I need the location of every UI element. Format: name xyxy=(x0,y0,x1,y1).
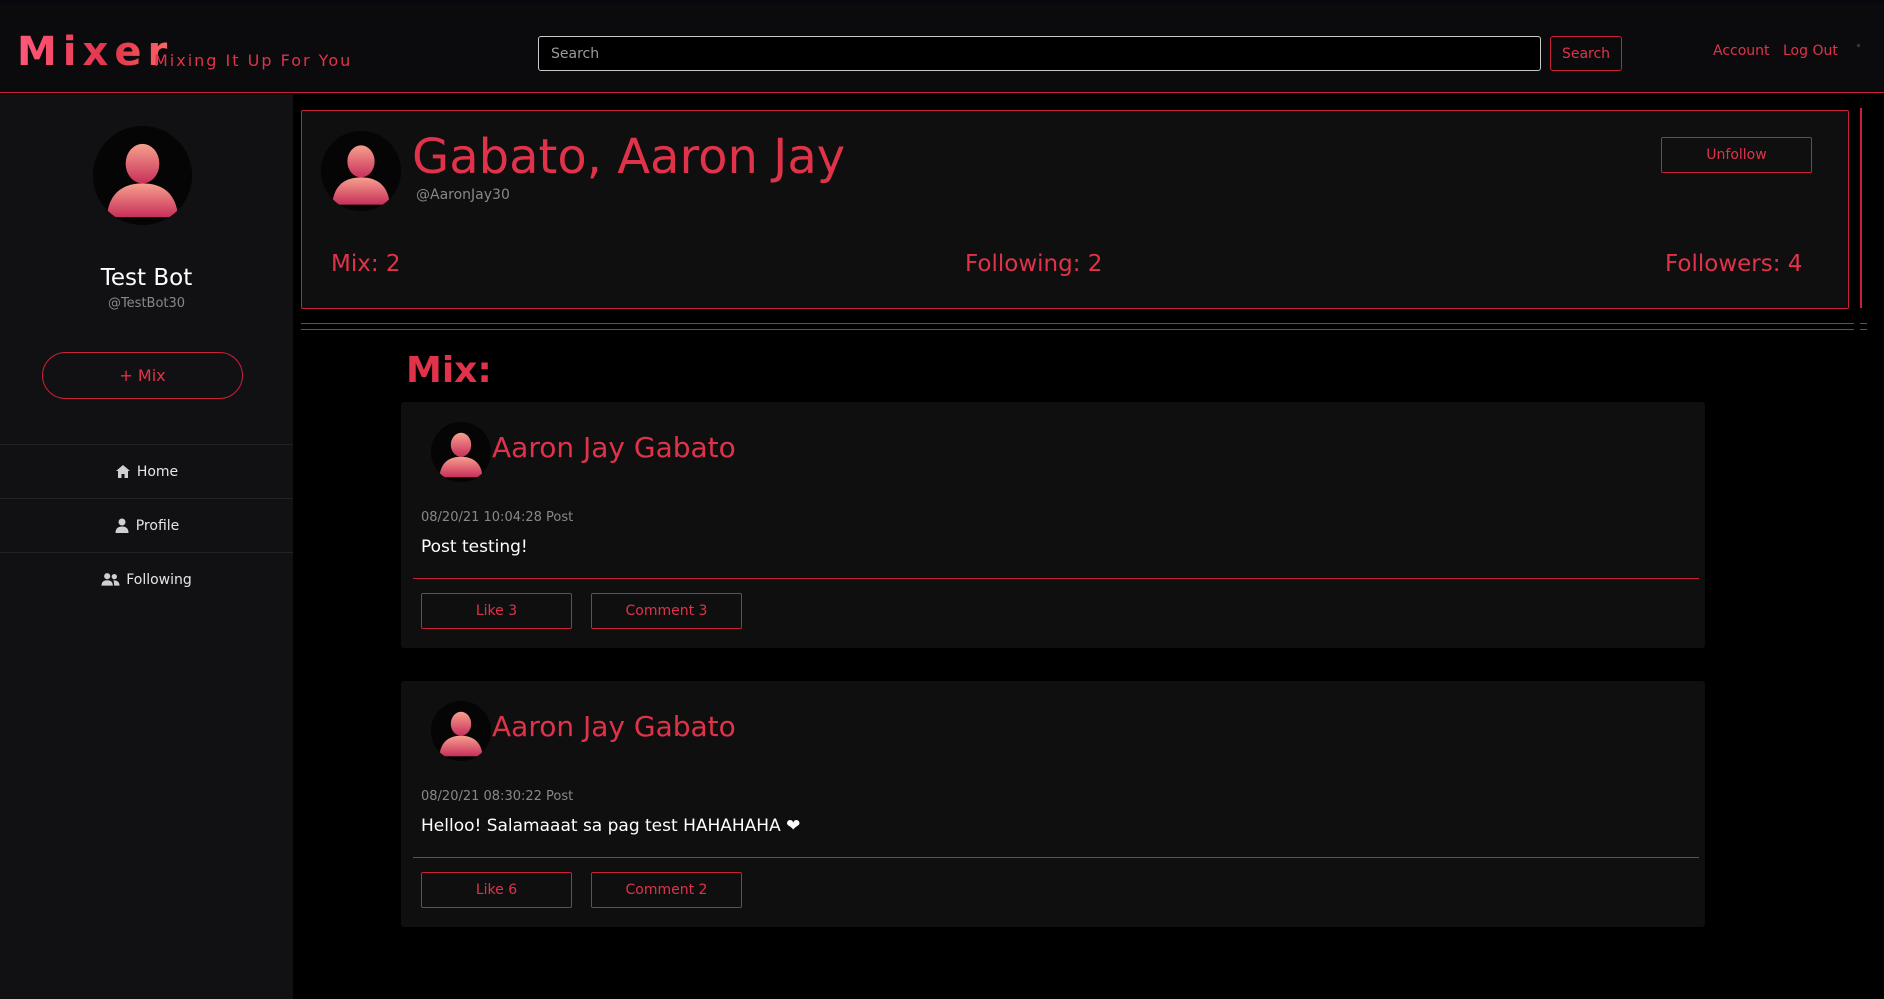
post-card: Aaron Jay Gabato 08/20/21 10:04:28 Post … xyxy=(401,402,1705,648)
home-icon xyxy=(115,465,130,478)
profile-avatar xyxy=(321,131,401,211)
sidebar-nav: Home Profile Following xyxy=(0,444,293,606)
sidebar-item-label: Home xyxy=(136,463,179,480)
user-silhouette-icon xyxy=(321,131,401,211)
sidebar-item-label: Profile xyxy=(135,517,180,534)
brand-tagline: Mixing It Up For You xyxy=(154,51,353,70)
brand-logo[interactable]: Mixer xyxy=(17,29,173,75)
user-icon xyxy=(115,518,129,533)
user-silhouette-icon xyxy=(431,422,491,482)
post-body: Helloo! Salamaaat sa pag test HAHAHAHA ❤ xyxy=(421,816,801,836)
new-mix-button[interactable]: + Mix xyxy=(42,352,243,399)
sidebar-item-label: Following xyxy=(126,571,192,588)
post-author[interactable]: Aaron Jay Gabato xyxy=(492,431,736,464)
post-avatar xyxy=(431,422,491,482)
logout-link[interactable]: Log Out xyxy=(1783,43,1838,59)
account-link[interactable]: Account xyxy=(1713,43,1770,59)
profile-card: Gabato, Aaron Jay @AaronJay30 Unfollow M… xyxy=(301,110,1849,309)
like-button[interactable]: Like 6 xyxy=(421,872,572,908)
post-card: Aaron Jay Gabato 08/20/21 08:30:22 Post … xyxy=(401,681,1705,927)
profile-handle: @AaronJay30 xyxy=(416,187,510,203)
comment-button[interactable]: Comment 3 xyxy=(591,593,742,629)
user-silhouette-icon xyxy=(431,701,491,761)
top-bar: Mixer Mixing It Up For You Search Accoun… xyxy=(0,0,1884,93)
sidebar-item-profile[interactable]: Profile xyxy=(0,498,293,552)
feed-heading: Mix: xyxy=(406,350,492,391)
sidebar-user-name: Test Bot xyxy=(100,265,193,291)
post-author[interactable]: Aaron Jay Gabato xyxy=(492,710,736,743)
divider xyxy=(413,578,1699,579)
search-button[interactable]: Search xyxy=(1550,36,1622,71)
search-input[interactable] xyxy=(538,36,1541,71)
sidebar-user-handle: @TestBot30 xyxy=(107,296,186,311)
sidebar-item-following[interactable]: Following xyxy=(0,552,293,606)
divider xyxy=(1860,323,1867,330)
post-timestamp: 08/20/21 08:30:22 Post xyxy=(421,789,574,804)
stat-mix-count[interactable]: Mix: 2 xyxy=(331,251,401,277)
profile-name: Gabato, Aaron Jay xyxy=(412,129,846,185)
post-body: Post testing! xyxy=(421,537,528,557)
unfollow-button[interactable]: Unfollow xyxy=(1661,137,1812,173)
sidebar: Test Bot @TestBot30 + Mix Home Profile F… xyxy=(0,94,293,999)
divider xyxy=(413,857,1699,858)
sidebar-item-home[interactable]: Home xyxy=(0,444,293,498)
like-button[interactable]: Like 3 xyxy=(421,593,572,629)
users-icon xyxy=(101,573,120,586)
comment-button[interactable]: Comment 2 xyxy=(591,872,742,908)
post-avatar xyxy=(431,701,491,761)
divider xyxy=(1860,108,1862,308)
post-timestamp: 08/20/21 10:04:28 Post xyxy=(421,510,574,525)
stat-following-count[interactable]: Following: 2 xyxy=(965,251,1102,277)
section-divider xyxy=(301,323,1854,330)
avatar xyxy=(93,126,192,225)
divider xyxy=(1857,44,1860,47)
user-silhouette-icon xyxy=(93,126,192,225)
stat-followers-count[interactable]: Followers: 4 xyxy=(1665,251,1802,277)
